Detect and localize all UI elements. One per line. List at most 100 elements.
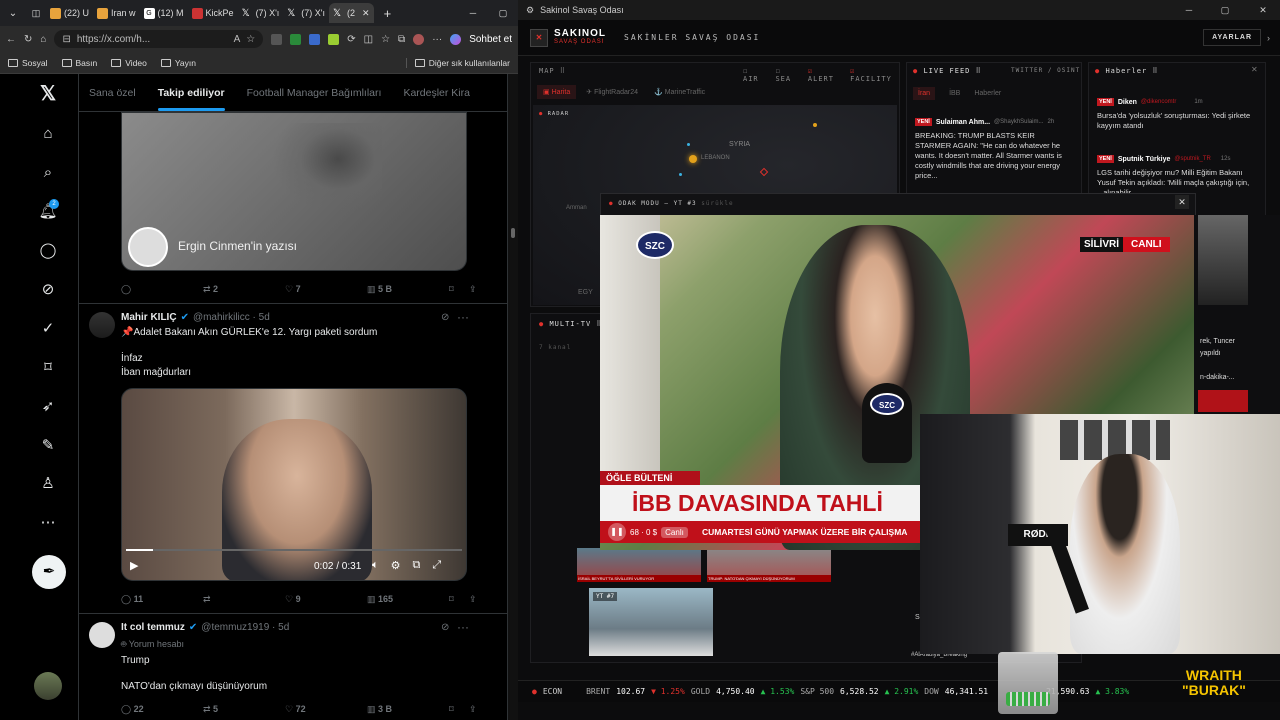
communities-icon[interactable]: ✓ — [37, 317, 59, 339]
tab-haberler[interactable]: Haberler — [974, 87, 1001, 100]
favorites-icon[interactable]: ☆ — [381, 34, 390, 45]
more-icon[interactable]: ··· — [432, 34, 442, 45]
tab-list-fm[interactable]: Football Manager Bağımlıları — [247, 87, 382, 99]
minimize-icon[interactable]: ─ — [1174, 5, 1204, 15]
avatar[interactable] — [89, 312, 115, 338]
profile-icon[interactable]: ♙ — [37, 472, 59, 494]
workspaces-icon[interactable]: ◫ — [26, 8, 46, 19]
feed-author[interactable]: Sulaiman Ahm... — [936, 119, 990, 126]
bookmark-icon[interactable]: ⌑ — [449, 284, 469, 295]
fullscreen-icon[interactable]: ⤢ — [432, 559, 441, 572]
author-handle[interactable]: @temmuz1919 · 5d — [201, 622, 289, 633]
news-thumbnail[interactable] — [1198, 215, 1248, 305]
bookmarks-icon[interactable]: ⌑ — [37, 356, 59, 378]
more-icon[interactable]: ⋯ — [37, 511, 59, 533]
tab-for-you[interactable]: Sana özel — [89, 87, 136, 99]
like-icon[interactable]: ♡ 9 — [285, 594, 367, 605]
map-marker[interactable] — [759, 167, 769, 177]
article-card[interactable]: Ergin Cinmen'in yazısı — [121, 112, 467, 271]
bookmark-folder[interactable]: Sosyal — [8, 58, 48, 68]
more-icon[interactable]: ··· — [457, 310, 469, 324]
bookmark-folder[interactable]: Video — [111, 58, 147, 68]
close-icon[interactable]: ✕ — [1246, 5, 1280, 16]
repost-icon[interactable]: ⇄ — [203, 594, 285, 605]
pip-icon[interactable]: ⧉ — [412, 559, 420, 572]
tab-item[interactable]: 𝕏 (7) X'ı — [238, 3, 284, 23]
repost-icon[interactable]: ⇄ 5 — [203, 704, 285, 715]
author-name[interactable]: It col temmuz — [121, 622, 185, 633]
read-aloud-icon[interactable]: A — [234, 34, 241, 45]
news-thumbnail[interactable] — [1198, 390, 1248, 412]
scrollbar-thumb[interactable] — [511, 228, 515, 238]
x-logo-icon[interactable]: 𝕏 — [37, 82, 59, 105]
maximize-icon[interactable]: ▢ — [488, 8, 518, 19]
map-marker[interactable] — [687, 143, 690, 146]
address-bar[interactable]: ⊟ https://x.com/h... A ☆ — [54, 30, 264, 48]
site-info-icon[interactable]: ⊟ — [62, 34, 70, 45]
refresh-extension-icon[interactable]: ⟳ — [347, 34, 355, 45]
extension-icon[interactable] — [271, 33, 283, 45]
settings-button[interactable]: AYARLAR — [1203, 29, 1261, 46]
play-icon[interactable]: ▶ — [130, 559, 138, 572]
filter-alert[interactable]: ☑ ALERT — [808, 67, 842, 83]
video-player[interactable]: ▶ 0:02 / 0:31 🔈︎ ⚙ ⧉ ⤢ — [121, 388, 467, 581]
focus-mode-bar[interactable]: ● ODAK MODU — YT #3 sürükle ✕ — [600, 193, 1196, 215]
tv-thumbnail-yt7[interactable]: YT #7 — [589, 588, 713, 656]
tab-item-active[interactable]: 𝕏 (2 ✕ — [329, 3, 374, 23]
search-icon[interactable]: ⌕ — [37, 161, 59, 183]
account-avatar[interactable] — [34, 672, 62, 700]
refresh-icon[interactable]: ↻ — [24, 34, 32, 45]
tab-iran[interactable]: İran — [913, 87, 936, 100]
premium-icon[interactable]: ✎ — [37, 434, 59, 456]
tab-flightradar[interactable]: ✈ FlightRadar24 — [580, 85, 644, 99]
map-marker[interactable] — [689, 155, 697, 163]
filter-sea[interactable]: ☐ SEA — [775, 67, 799, 83]
news-source[interactable]: Sputnik Türkiye — [1118, 156, 1171, 163]
jobs-rocket-icon[interactable]: ➶ — [37, 395, 59, 417]
new-tab-button[interactable]: + — [384, 6, 392, 21]
like-icon[interactable]: ♡ 7 — [285, 284, 367, 295]
author-handle[interactable]: @mahirkilicc · 5d — [193, 312, 270, 323]
extension-icon[interactable] — [290, 33, 302, 45]
map-marker[interactable] — [679, 173, 682, 176]
bookmark-folder[interactable]: Yayın — [160, 58, 196, 68]
pause-icon[interactable]: ❚❚ — [608, 523, 626, 541]
grok-icon[interactable]: ⊘ — [441, 622, 449, 633]
scrollbar[interactable] — [508, 74, 518, 720]
share-icon[interactable]: ⇪ — [469, 704, 489, 715]
reply-icon[interactable]: ◯ 22 — [121, 704, 203, 715]
back-icon[interactable]: ← — [6, 34, 16, 45]
map-marker[interactable] — [813, 123, 817, 127]
maximize-icon[interactable]: ▢ — [1210, 5, 1240, 16]
copilot-button[interactable]: Sohbet et — [469, 34, 512, 45]
tab-following[interactable]: Takip ediliyor — [157, 87, 225, 111]
tab-list-icon[interactable]: ⌄ — [0, 8, 26, 19]
share-icon[interactable]: ⇪ — [469, 284, 489, 295]
avatar[interactable] — [89, 622, 115, 648]
tab-item[interactable]: KickPe — [188, 3, 238, 23]
news-source[interactable]: Diken — [1118, 99, 1137, 106]
tv-thumbnail[interactable]: İSRAİL BEYRUT'TA SİVİLLERİ VURUYOR — [577, 548, 701, 582]
tab-item[interactable]: G (12) M — [140, 3, 188, 23]
extension-icon[interactable] — [328, 33, 340, 45]
reply-icon[interactable]: ◯ — [121, 284, 203, 295]
like-icon[interactable]: ♡ 72 — [285, 704, 367, 715]
repost-icon[interactable]: ⇄ 2 — [203, 284, 285, 295]
post-button[interactable]: ✒︎ — [32, 555, 66, 589]
reply-icon[interactable]: ◯ 11 — [121, 594, 203, 605]
views-icon[interactable]: ▥ 5 B — [367, 284, 449, 295]
home-icon[interactable]: ⌂ — [37, 122, 59, 144]
grok-icon[interactable]: ⊘ — [441, 312, 449, 323]
copilot-icon[interactable] — [450, 33, 462, 45]
bookmark-icon[interactable]: ⌑ — [449, 594, 469, 605]
close-icon[interactable]: ✕ — [1251, 65, 1258, 74]
profile-avatar[interactable] — [413, 33, 425, 45]
chevron-right-icon[interactable]: › — [1267, 33, 1270, 43]
bookmark-icon[interactable]: ⌑ — [449, 704, 469, 715]
filter-air[interactable]: ☐ AIR — [743, 67, 767, 83]
author-name[interactable]: Mahir KILIÇ — [121, 312, 177, 323]
volume-icon[interactable]: 🔈︎ — [372, 559, 379, 572]
bookmark-folder[interactable]: Basın — [61, 58, 97, 68]
settings-icon[interactable]: ⚙ — [391, 559, 401, 572]
tv-thumbnail[interactable]: TRUMP: NATO'DAN ÇIKMAYI DÜŞÜNÜYORUM — [707, 548, 831, 582]
